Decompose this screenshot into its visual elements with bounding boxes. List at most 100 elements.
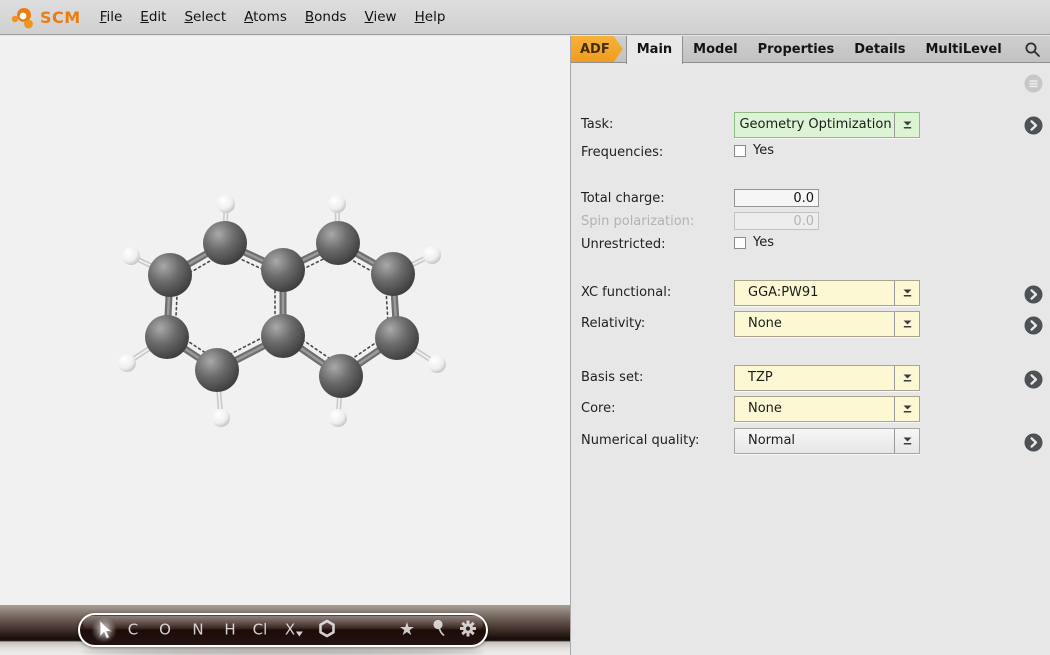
basis-set-dropdown[interactable]: TZP [734, 365, 920, 391]
carbon-atom[interactable] [375, 316, 419, 360]
detail-chevron-icon [1024, 433, 1043, 452]
menu-view[interactable]: View [356, 0, 406, 34]
element-h-button[interactable]: H [224, 623, 235, 638]
search-button[interactable] [1024, 36, 1050, 62]
carbon-atom[interactable] [195, 348, 239, 392]
tab-details[interactable]: Details [844, 36, 915, 62]
menu-atoms[interactable]: Atoms [235, 0, 296, 34]
element-o-button[interactable]: O [159, 623, 171, 638]
dropdown-arrow-icon [894, 312, 919, 336]
numerical-quality-label: Numerical quality: [581, 433, 699, 449]
numerical-quality-dropdown[interactable]: Normal [734, 428, 920, 454]
hydrogen-atom[interactable] [217, 195, 235, 213]
pointer-tool-button[interactable] [91, 617, 117, 643]
search-icon [1024, 41, 1041, 58]
balloon-icon [432, 620, 446, 638]
adfinput-window: SCM File Edit Select Atoms Bonds View He… [0, 0, 1050, 655]
balloon-tool-button[interactable] [432, 620, 446, 641]
carbon-atom[interactable] [148, 253, 192, 297]
xc-functional-dropdown[interactable]: GGA:PW91 [734, 280, 920, 306]
menu-file[interactable]: File [91, 0, 132, 34]
core-dropdown[interactable]: None [734, 396, 920, 422]
frequencies-checkbox-label: Yes [753, 144, 774, 158]
ring-tool-button[interactable] [318, 620, 336, 641]
carbon-atom[interactable] [319, 354, 363, 398]
total-charge-input[interactable] [734, 189, 819, 207]
hydrogen-atom[interactable] [212, 409, 230, 427]
adf-method-tab[interactable]: ADF [571, 36, 623, 62]
hydrogen-atom[interactable] [118, 354, 136, 372]
menu-edit[interactable]: Edit [131, 0, 175, 34]
scm-logo-icon [8, 2, 38, 32]
relativity-value: None [735, 312, 894, 336]
ring-tool-icon [318, 620, 336, 638]
panel-menu-icon [1024, 74, 1043, 93]
menu-select[interactable]: Select [175, 0, 235, 34]
carbon-atom[interactable] [203, 221, 247, 265]
pointer-icon [91, 617, 117, 643]
relativity-label: Relativity: [581, 316, 645, 332]
menu-help[interactable]: Help [406, 0, 455, 34]
basis-set-value: TZP [735, 366, 894, 390]
settings-tool-button[interactable] [459, 620, 477, 641]
tab-properties[interactable]: Properties [748, 36, 845, 62]
carbon-atom[interactable] [316, 221, 360, 265]
basis-set-label: Basis set: [581, 370, 643, 386]
xc-functional-details-button[interactable] [1024, 285, 1043, 304]
hydrogen-atom[interactable] [428, 355, 446, 373]
scm-logo-text: SCM [40, 8, 81, 27]
structure-tool-button[interactable]: ★ [399, 621, 415, 639]
element-x-button[interactable]: X [285, 623, 303, 638]
spin-polarization-label: Spin polarization: [581, 214, 694, 230]
carbon-atom[interactable] [261, 314, 305, 358]
element-cl-button[interactable]: Cl [253, 623, 268, 638]
carbon-atom[interactable] [371, 252, 415, 296]
tab-multilevel[interactable]: MultiLevel [916, 36, 1012, 62]
relativity-details-button[interactable] [1024, 316, 1043, 335]
main-tab-content: Task: Geometry Optimization Frequencies:… [571, 63, 1050, 654]
task-label: Task: [581, 117, 613, 133]
carbon-atom[interactable] [145, 315, 189, 359]
molecule-naphthalene[interactable] [0, 36, 570, 605]
core-label: Core: [581, 401, 615, 417]
unrestricted-checkbox-box [734, 237, 746, 249]
hydrogen-atom[interactable] [329, 409, 347, 427]
task-value: Geometry Optimization [735, 113, 894, 137]
frequencies-label: Frequencies: [581, 145, 663, 161]
dropdown-arrow-icon [894, 397, 919, 421]
relativity-dropdown[interactable]: None [734, 311, 920, 337]
spin-polarization-input [734, 212, 819, 230]
detail-chevron-icon [1024, 285, 1043, 304]
detail-chevron-icon [1024, 116, 1043, 135]
element-n-button[interactable]: N [192, 623, 203, 638]
molecule-viewer[interactable]: C O N H Cl X ★ [0, 36, 570, 655]
menubar: SCM File Edit Select Atoms Bonds View He… [0, 0, 1050, 35]
frequencies-checkbox[interactable]: Yes [734, 144, 774, 158]
unrestricted-checkbox[interactable]: Yes [734, 236, 774, 250]
hydrogen-atom[interactable] [423, 246, 441, 264]
element-c-button[interactable]: C [128, 623, 138, 638]
task-details-button[interactable] [1024, 116, 1043, 135]
tab-model[interactable]: Model [683, 36, 747, 62]
x-element-menu-caret-icon [296, 632, 303, 637]
element-x-label: X [285, 623, 295, 638]
detail-chevron-icon [1024, 370, 1043, 389]
carbon-atom[interactable] [261, 248, 305, 292]
numerical-quality-details-button[interactable] [1024, 433, 1043, 452]
panel-menu-button[interactable] [1024, 74, 1043, 97]
basis-set-details-button[interactable] [1024, 370, 1043, 389]
menu-bonds[interactable]: Bonds [296, 0, 356, 34]
dropdown-arrow-icon [894, 429, 919, 453]
frequencies-checkbox-box [734, 145, 746, 157]
xc-functional-value: GGA:PW91 [735, 281, 894, 305]
hydrogen-atom[interactable] [122, 247, 140, 265]
tab-main[interactable]: Main [626, 36, 683, 64]
hydrogen-atom[interactable] [328, 195, 346, 213]
dropdown-arrow-icon [894, 366, 919, 390]
unrestricted-checkbox-label: Yes [753, 236, 774, 250]
toolbar-reflection [82, 649, 484, 655]
gear-icon [459, 620, 477, 638]
total-charge-label: Total charge: [581, 191, 665, 207]
task-dropdown[interactable]: Geometry Optimization [734, 112, 920, 138]
scm-logo: SCM [8, 2, 81, 32]
